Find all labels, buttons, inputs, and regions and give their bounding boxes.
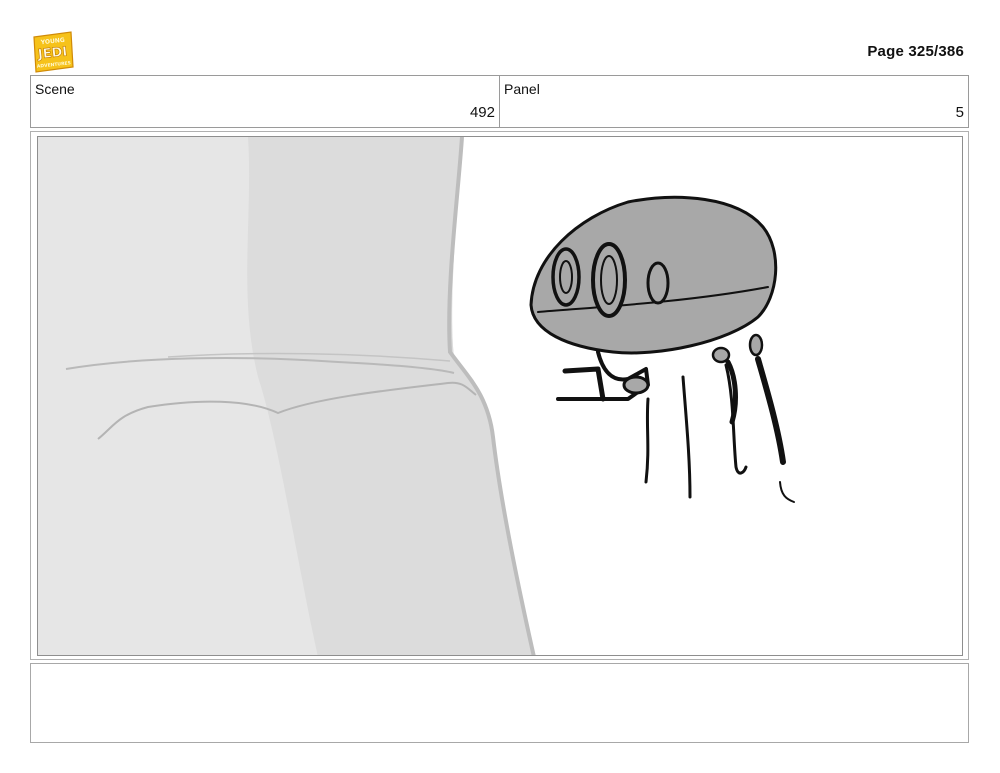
notes-box: [30, 663, 969, 743]
scene-label: Scene: [35, 81, 75, 97]
scene-cell: Scene 492: [31, 76, 499, 127]
storyboard-drawing: [37, 136, 963, 656]
show-logo: YOUNG JEDI ADVENTURES: [31, 31, 74, 73]
panel-number: 5: [955, 104, 964, 121]
page-number: Page 325/386: [867, 43, 964, 60]
storyboard-panel: [30, 131, 969, 660]
scene-number: 492: [469, 104, 495, 121]
panel-cell: Panel 5: [499, 76, 968, 127]
svg-text:JEDI: JEDI: [36, 45, 68, 63]
panel-label: Panel: [504, 81, 540, 97]
scene-panel-table: Scene 492 Panel 5: [30, 75, 969, 128]
